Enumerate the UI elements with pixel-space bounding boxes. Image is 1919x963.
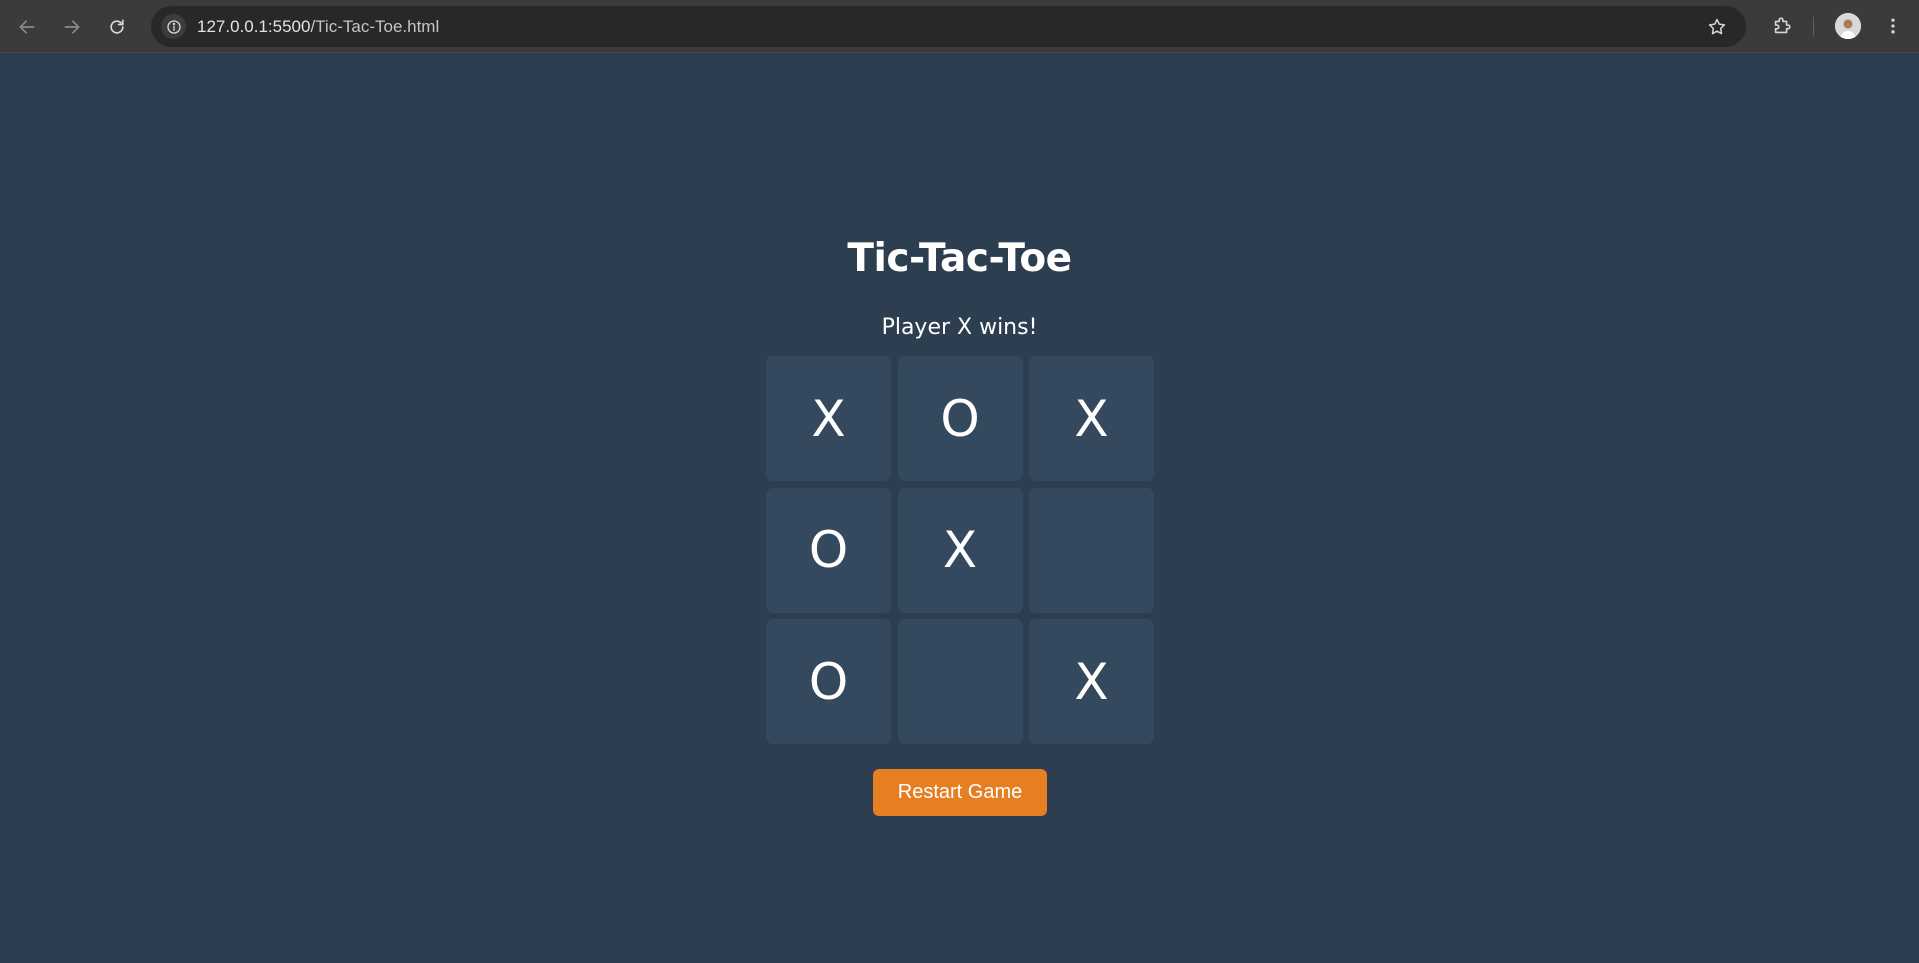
board-cell[interactable]: O xyxy=(766,487,891,613)
game-status: Player X wins! xyxy=(881,315,1038,340)
url-text[interactable]: 127.0.0.1:5500/Tic-Tac-Toe.html xyxy=(197,6,439,47)
bookmark-button[interactable] xyxy=(1705,15,1729,39)
forward-button[interactable] xyxy=(58,13,86,41)
info-icon xyxy=(166,19,181,34)
arrow-left-icon xyxy=(19,20,35,34)
game-board: X O X O X O X xyxy=(766,356,1154,744)
board-cell[interactable]: O xyxy=(897,356,1023,481)
url-host: 127.0.0.1:5500 xyxy=(197,17,311,36)
kebab-menu-icon xyxy=(1891,18,1895,34)
profile-avatar[interactable] xyxy=(1835,13,1861,39)
back-button[interactable] xyxy=(13,13,41,41)
puzzle-icon xyxy=(1774,17,1791,34)
avatar-icon xyxy=(1835,13,1861,39)
board-cell[interactable] xyxy=(897,619,1023,744)
reload-icon xyxy=(110,19,124,34)
star-icon xyxy=(1708,18,1726,35)
board-cell[interactable] xyxy=(1029,487,1154,613)
reload-button[interactable] xyxy=(103,13,131,41)
browser-menu-button[interactable] xyxy=(1879,12,1907,40)
toolbar-divider xyxy=(1813,17,1814,36)
url-path: /Tic-Tac-Toe.html xyxy=(310,17,440,36)
page: Tic-Tac-Toe Player X wins! X O X O X O X… xyxy=(0,54,1919,963)
restart-button[interactable]: Restart Game xyxy=(873,769,1047,816)
board-cell[interactable]: X xyxy=(766,356,891,481)
board-cell[interactable]: X xyxy=(897,487,1023,613)
board-cell[interactable]: X xyxy=(1029,619,1154,744)
address-bar[interactable]: 127.0.0.1:5500/Tic-Tac-Toe.html xyxy=(151,6,1746,47)
game-title: Tic-Tac-Toe xyxy=(847,236,1072,281)
browser-toolbar: 127.0.0.1:5500/Tic-Tac-Toe.html xyxy=(0,0,1919,53)
arrow-right-icon xyxy=(64,20,80,34)
site-info-button[interactable] xyxy=(161,14,186,39)
board-cell[interactable]: X xyxy=(1029,356,1154,481)
board-cell[interactable]: O xyxy=(766,619,891,744)
extensions-button[interactable] xyxy=(1768,12,1796,40)
